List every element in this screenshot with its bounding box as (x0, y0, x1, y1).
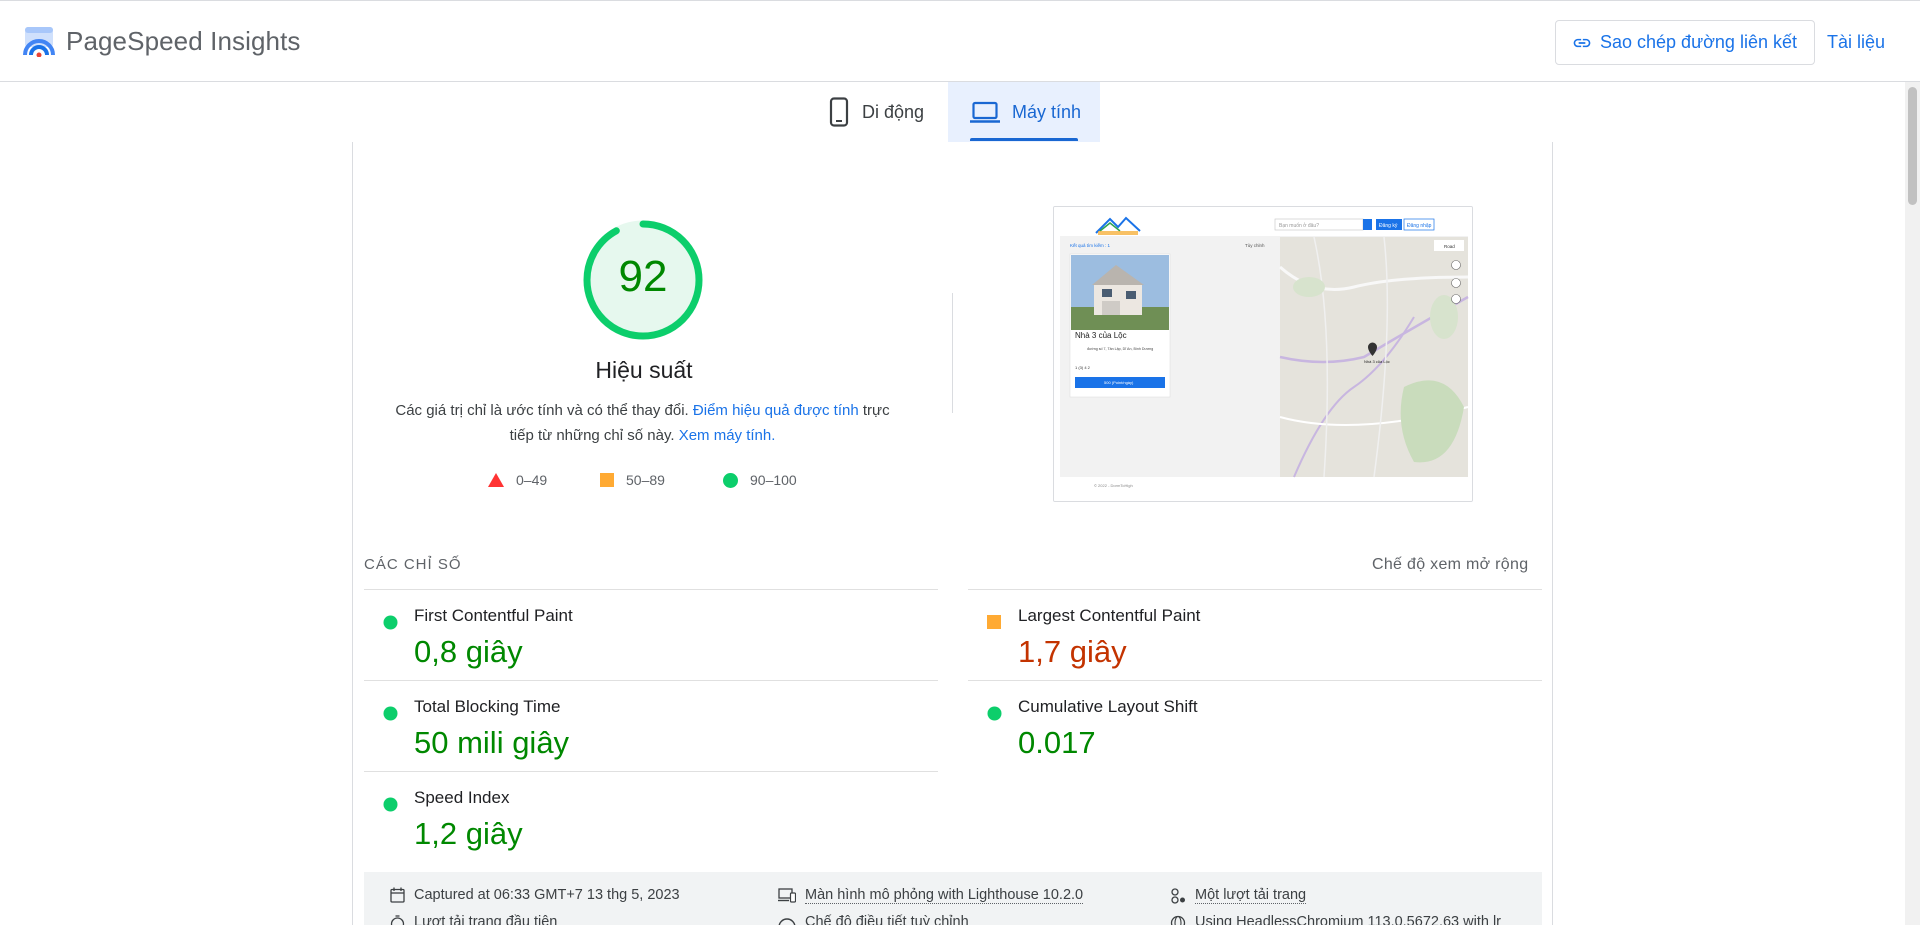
emulation-text: Màn hình mô phỏng with Lighthouse 10.2.0 (805, 887, 1084, 904)
metrics-rule (364, 771, 938, 772)
captured-time-text: Captured at 06:33 GMT+7 13 thg 5, 2023 (414, 887, 680, 903)
pass-circle-icon (383, 797, 398, 812)
legend-pass: 90–100 (723, 472, 797, 488)
legend-fail: 0–49 (488, 472, 547, 488)
throttling-icon (778, 917, 796, 925)
screenshot-image: Bạn muốn ở đâu? Đăng ký Đăng nhập Kết qu… (1054, 207, 1472, 501)
tab-mobile-label: Di động (862, 101, 925, 122)
legend-average: 50–89 (600, 472, 665, 488)
thumb-login: Đăng nhập (1407, 223, 1432, 229)
scrollbar-thumb[interactable] (1908, 87, 1917, 205)
pagespeed-logo-icon (23, 27, 55, 57)
score-calc-link[interactable]: Điểm hiệu quả được tính (693, 402, 859, 419)
initial-load-info[interactable]: Lượt tải trang đầu tiên (390, 914, 557, 925)
tab-desktop[interactable]: Máy tính (948, 82, 1100, 142)
page-load-info[interactable]: Một lượt tải trang (1170, 887, 1307, 904)
thumb-card-price: 500 (Point/ngày) (1104, 380, 1134, 385)
link-icon (1573, 38, 1591, 47)
square-icon (600, 473, 614, 487)
pass-circle-icon (383, 615, 398, 630)
pass-circle-icon (987, 706, 1002, 721)
score-desc-prefix: Các giá trị chỉ là ước tính và có thể th… (395, 402, 689, 419)
calendar-icon (390, 887, 405, 903)
brand-name: PageSpeed Insights (66, 25, 301, 56)
phone-icon (829, 97, 849, 127)
average-square-icon (987, 615, 1001, 629)
device-tabs: Di động Máy tính (0, 82, 1905, 142)
timer-icon (390, 914, 405, 925)
metric-name: Cumulative Layout Shift (1018, 697, 1198, 716)
metric-name: Total Blocking Time (414, 697, 561, 716)
metric-value: 50 mili giây (414, 725, 570, 760)
active-tab-indicator (970, 138, 1078, 141)
thumb-map-type: Road (1444, 244, 1455, 249)
metrics-rule (968, 680, 1542, 681)
thumb-pin-label: Nhà 3 của Lộc (1364, 359, 1390, 364)
triangle-icon (488, 473, 504, 487)
thumb-card-meta: 1 (3) 4 2 (1075, 365, 1091, 370)
metric-name: First Contentful Paint (414, 606, 573, 625)
metric-name: Largest Contentful Paint (1018, 606, 1201, 625)
top-app-bar: PageSpeed Insights Sao chép đường liên k… (0, 0, 1920, 82)
copy-link-button[interactable]: Sao chép đường liên kết (1555, 20, 1815, 65)
legend-fail-range: 0–49 (516, 472, 548, 488)
metric-value: 1,2 giây (414, 816, 523, 851)
laptop-icon (970, 101, 1000, 123)
captured-time: Captured at 06:33 GMT+7 13 thg 5, 2023 (390, 887, 680, 903)
metric-name: Speed Index (414, 788, 510, 807)
runtime-settings: Captured at 06:33 GMT+7 13 thg 5, 2023 M… (364, 872, 1542, 925)
thumb-search-text: Bạn muốn ở đâu? (1279, 222, 1319, 229)
scrollbar-track[interactable] (1905, 82, 1920, 925)
thumb-register: Đăng ký (1379, 223, 1398, 229)
page-load-text: Một lượt tải trang (1195, 887, 1307, 904)
docs-link[interactable]: Tài liệu (1827, 32, 1885, 53)
circle-icon (723, 472, 738, 488)
brand[interactable]: PageSpeed Insights (22, 25, 301, 57)
emulation-info[interactable]: Màn hình mô phỏng with Lighthouse 10.2.0 (778, 887, 1084, 904)
throttling-info[interactable]: Chế độ điều tiết tuỳ chỉnh (778, 914, 969, 925)
legend-average-range: 50–89 (626, 472, 665, 488)
thumb-footer: © 2022 - DormToHigh (1094, 483, 1133, 488)
metrics-rule (364, 680, 938, 681)
thumb-filter: Tùy chỉnh (1245, 242, 1265, 248)
final-screenshot[interactable]: Bạn muốn ở đâu? Đăng ký Đăng nhập Kết qu… (1053, 206, 1473, 502)
performance-title: Hiệu suất (595, 357, 693, 383)
browser-info[interactable]: Using HeadlessChromium 113.0.5672.63 wit… (1170, 914, 1501, 925)
thumb-results: Kết quả tìm kiếm : 1 (1070, 243, 1111, 248)
metric-value: 0,8 giây (414, 634, 523, 669)
copy-link-label: Sao chép đường liên kết (1600, 32, 1797, 52)
calculator-link[interactable]: Xem máy tính. (679, 427, 776, 444)
devices-icon (778, 888, 796, 903)
score-description: Các giá trị chỉ là ước tính và có thể th… (385, 398, 900, 448)
pass-circle-icon (383, 706, 398, 721)
legend-pass-range: 90–100 (750, 472, 797, 488)
globe-icon (1170, 915, 1186, 925)
metrics-heading: CÁC CHỈ SỐ (364, 556, 462, 573)
tab-desktop-label: Máy tính (1012, 101, 1082, 122)
expand-view-toggle[interactable]: Chế độ xem mở rộng (1372, 556, 1528, 574)
metric-value: 0.017 (1018, 725, 1096, 760)
thumb-card-title: Nhà 3 của Lộc (1075, 331, 1127, 340)
tab-mobile[interactable]: Di động (820, 82, 948, 142)
vertical-divider (952, 293, 953, 413)
initial-load-text: Lượt tải trang đầu tiên (414, 914, 557, 925)
metrics-rule (364, 589, 938, 590)
performance-score: 92 (618, 252, 668, 301)
throttling-text: Chế độ điều tiết tuỳ chỉnh (805, 914, 969, 925)
browser-text: Using HeadlessChromium 113.0.5672.63 wit… (1195, 914, 1501, 925)
load-icon (1171, 887, 1185, 904)
metric-value: 1,7 giây (1018, 634, 1127, 669)
thumb-card-addr: đường số 7, Tân Lập, Dĩ An, Bình Dương (1087, 347, 1153, 351)
metrics-rule (968, 589, 1542, 590)
